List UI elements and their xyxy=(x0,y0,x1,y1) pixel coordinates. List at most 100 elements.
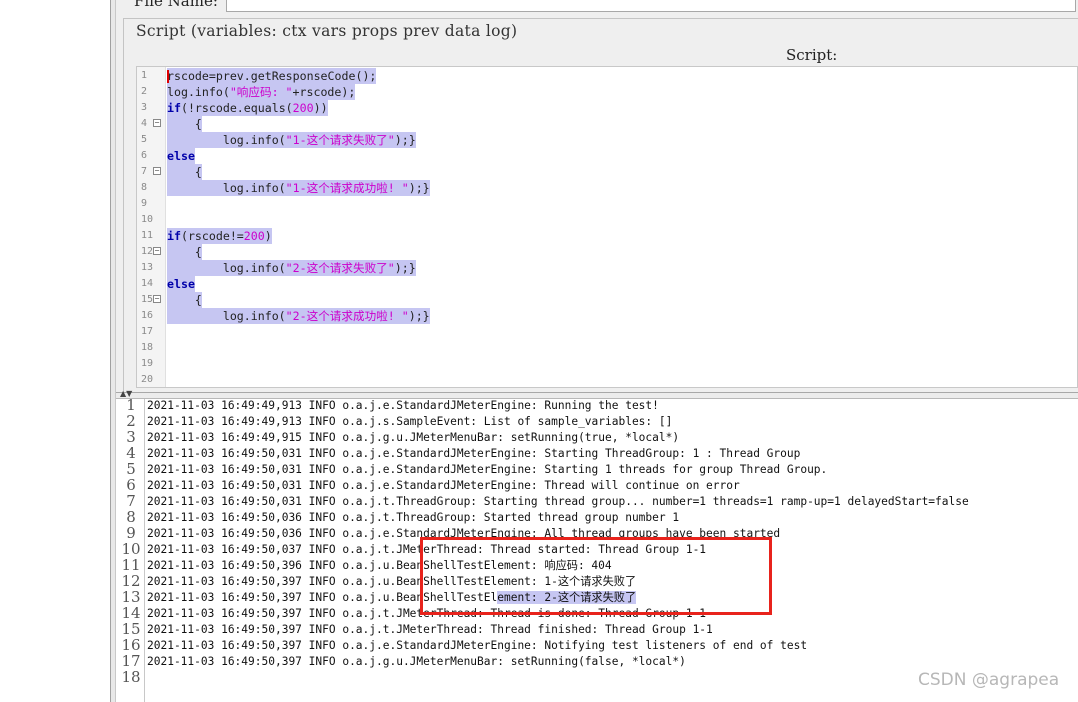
log-line-number: 13 xyxy=(121,588,141,606)
annotation-highlight-box xyxy=(420,537,772,615)
log-line: 1 2021-11-03 16:49:49,913 INFO o.a.j.e.St… xyxy=(116,398,1076,414)
filename-input[interactable] xyxy=(226,0,1076,12)
code-text: log.info("1-这个请求成功啦! ");} xyxy=(167,180,430,196)
code-text: { xyxy=(167,244,202,260)
log-line-number: 15 xyxy=(121,620,141,638)
code-line[interactable]: 2 log.info("响应码: "+rscode); xyxy=(137,84,1077,100)
code-text: log.info("2-这个请求成功啦! ");} xyxy=(167,308,430,324)
code-text: if(!rscode.equals(200)) xyxy=(167,100,328,116)
script-editor[interactable]: 1 rscode=prev.getResponseCode(); 2 log.info… xyxy=(136,66,1078,388)
log-line: 6 2021-11-03 16:49:50,031 INFO o.a.j.e.St… xyxy=(116,478,1076,494)
log-line-number: 14 xyxy=(121,604,141,622)
code-line[interactable]: 10 xyxy=(137,212,1077,228)
text-caret xyxy=(167,70,169,83)
code-line[interactable]: 7− { xyxy=(137,164,1077,180)
log-line-number: 10 xyxy=(121,540,141,558)
log-line-number: 2 xyxy=(126,412,136,430)
line-number: 18 xyxy=(141,342,154,353)
code-line[interactable]: 1 rscode=prev.getResponseCode(); xyxy=(137,68,1077,84)
log-line-number: 12 xyxy=(121,572,141,590)
code-text: log.info("1-这个请求失败了");} xyxy=(167,132,416,148)
code-line[interactable]: 16 log.info("2-这个请求成功啦! ");} xyxy=(137,308,1077,324)
fold-toggle-icon[interactable]: − xyxy=(153,167,161,175)
log-line-number: 16 xyxy=(121,636,141,654)
log-text-plain: 2021-11-03 16:49:49,915 INFO o.a.j.g.u.J… xyxy=(147,431,680,444)
log-text: 2021-11-03 16:49:50,397 INFO o.a.j.t.JMe… xyxy=(147,622,713,638)
code-text: { xyxy=(167,164,202,180)
line-number: 6 xyxy=(141,150,148,161)
line-number: 3 xyxy=(141,102,148,113)
code-text: if(rscode!=200) xyxy=(167,228,272,244)
line-number: 17 xyxy=(141,326,154,337)
code-line[interactable]: 8 log.info("1-这个请求成功啦! ");} xyxy=(137,180,1077,196)
code-line[interactable]: 14 else xyxy=(137,276,1077,292)
line-number: 5 xyxy=(141,134,148,145)
log-text-plain: 2021-11-03 16:49:50,397 INFO o.a.j.e.Sta… xyxy=(147,639,808,652)
log-text: 2021-11-03 16:49:50,397 INFO o.a.j.g.u.J… xyxy=(147,654,686,670)
log-line: 5 2021-11-03 16:49:50,031 INFO o.a.j.e.St… xyxy=(116,462,1076,478)
line-number: 19 xyxy=(141,358,154,369)
line-number: 9 xyxy=(141,198,148,209)
code-line[interactable]: 6 else xyxy=(137,148,1077,164)
code-line[interactable]: 15− { xyxy=(137,292,1077,308)
script-group-title: Script (variables: ctx vars props prev d… xyxy=(136,22,518,40)
code-line[interactable]: 4− { xyxy=(137,116,1077,132)
code-line[interactable]: 17 xyxy=(137,324,1077,340)
log-text-plain: 2021-11-03 16:49:50,036 INFO o.a.j.t.Thr… xyxy=(147,511,680,524)
code-line[interactable]: 9 xyxy=(137,196,1077,212)
code-text: else xyxy=(167,276,195,292)
log-text-plain: 2021-11-03 16:49:50,397 INFO o.a.j.g.u.J… xyxy=(147,655,686,668)
code-line[interactable]: 12− { xyxy=(137,244,1077,260)
log-text-plain: 2021-11-03 16:49:50,031 INFO o.a.j.e.Sta… xyxy=(147,463,828,476)
line-number: 20 xyxy=(141,374,154,385)
log-text: 2021-11-03 16:49:50,031 INFO o.a.j.t.Thr… xyxy=(147,494,969,510)
line-number: 16 xyxy=(141,310,154,321)
log-text: 2021-11-03 16:49:50,036 INFO o.a.j.t.Thr… xyxy=(147,510,679,526)
code-text: log.info("2-这个请求失败了");} xyxy=(167,260,416,276)
log-text-plain: 2021-11-03 16:49:49,913 INFO o.a.j.e.Sta… xyxy=(147,399,659,412)
fold-toggle-icon[interactable]: − xyxy=(153,247,161,255)
code-line[interactable]: 11 if(rscode!=200) xyxy=(137,228,1077,244)
code-text: { xyxy=(167,116,202,132)
log-line: 8 2021-11-03 16:49:50,036 INFO o.a.j.t.Th… xyxy=(116,510,1076,526)
script-label: Script: xyxy=(786,46,838,64)
log-line-number: 7 xyxy=(126,492,136,510)
code-line[interactable]: 19 xyxy=(137,356,1077,372)
code-text: { xyxy=(167,292,202,308)
line-number: 11 xyxy=(141,230,154,241)
log-line-number: 17 xyxy=(121,652,141,670)
code-text: rscode=prev.getResponseCode(); xyxy=(167,68,377,84)
log-line: 17 2021-11-03 16:49:50,397 INFO o.a.j.g.u… xyxy=(116,654,1076,670)
code-line[interactable]: 13 log.info("2-这个请求失败了");} xyxy=(137,260,1077,276)
log-text-plain: 2021-11-03 16:49:50,397 INFO o.a.j.t.JMe… xyxy=(147,623,713,636)
log-text-plain: 2021-11-03 16:49:50,031 INFO o.a.j.e.Sta… xyxy=(147,479,740,492)
filename-row: File Name: xyxy=(116,0,1078,14)
log-line-number: 8 xyxy=(126,508,136,526)
log-text: 2021-11-03 16:49:50,031 INFO o.a.j.e.Sta… xyxy=(147,462,827,478)
log-line-number: 1 xyxy=(126,396,136,414)
log-line: 3 2021-11-03 16:49:49,915 INFO o.a.j.g.u.… xyxy=(116,430,1076,446)
log-text: 2021-11-03 16:49:50,031 INFO o.a.j.e.Sta… xyxy=(147,446,800,462)
log-line: 4 2021-11-03 16:49:50,031 INFO o.a.j.e.St… xyxy=(116,446,1076,462)
line-number: 13 xyxy=(141,262,154,273)
log-line-number: 6 xyxy=(126,476,136,494)
code-line[interactable]: 5 log.info("1-这个请求失败了");} xyxy=(137,132,1077,148)
log-line-number: 11 xyxy=(121,556,141,574)
log-text: 2021-11-03 16:49:50,397 INFO o.a.j.e.Sta… xyxy=(147,638,807,654)
log-line-number: 18 xyxy=(121,668,141,686)
log-text: 2021-11-03 16:49:49,913 INFO o.a.j.e.Sta… xyxy=(147,398,659,414)
log-line: 15 2021-11-03 16:49:50,397 INFO o.a.j.t.J… xyxy=(116,622,1076,638)
code-text: else xyxy=(167,148,195,164)
code-line[interactable]: 18 xyxy=(137,340,1077,356)
log-text-plain: 2021-11-03 16:49:50,031 INFO o.a.j.t.Thr… xyxy=(147,495,969,508)
code-line[interactable]: 20 xyxy=(137,372,1077,387)
log-text: 2021-11-03 16:49:49,915 INFO o.a.j.g.u.J… xyxy=(147,430,679,446)
line-number: 14 xyxy=(141,278,154,289)
log-line: 16 2021-11-03 16:49:50,397 INFO o.a.j.e.S… xyxy=(116,638,1076,654)
line-number: 8 xyxy=(141,182,148,193)
fold-toggle-icon[interactable]: − xyxy=(153,295,161,303)
code-line[interactable]: 3 if(!rscode.equals(200)) xyxy=(137,100,1077,116)
log-text: 2021-11-03 16:49:50,031 INFO o.a.j.e.Sta… xyxy=(147,478,740,494)
line-number: 2 xyxy=(141,86,148,97)
fold-toggle-icon[interactable]: − xyxy=(153,119,161,127)
